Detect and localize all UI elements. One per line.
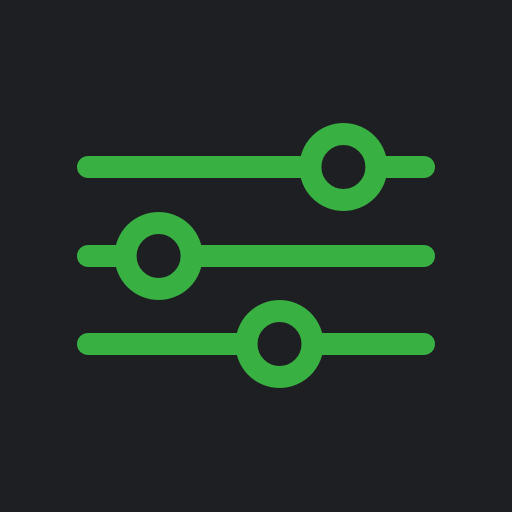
slider-knob <box>299 123 388 211</box>
slider-middle <box>77 212 435 300</box>
slider-knob <box>114 212 203 300</box>
slider-bottom <box>77 300 435 388</box>
sliders-adjust-icon <box>77 123 435 388</box>
sliders-icon-canvas <box>0 0 512 512</box>
slider-top <box>77 123 435 211</box>
slider-knob <box>235 300 324 388</box>
